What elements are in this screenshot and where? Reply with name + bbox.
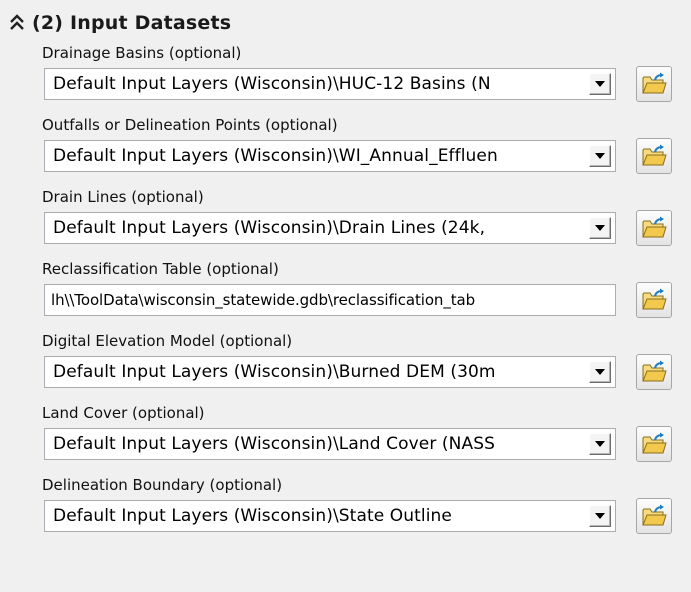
param-label: Drain Lines (optional) <box>42 188 204 206</box>
open-folder-icon <box>642 72 667 94</box>
dropdown-arrow-icon[interactable] <box>589 361 611 383</box>
combobox-value: Default Input Layers (Wisconsin)\Drain L… <box>53 218 486 238</box>
param-label: Land Cover (optional) <box>42 404 205 422</box>
delineation-boundary-combobox[interactable]: Default Input Layers (Wisconsin)\State O… <box>44 500 616 532</box>
browse-button[interactable] <box>636 426 672 462</box>
browse-button[interactable] <box>636 66 672 102</box>
param-delineation-boundary: Delineation Boundary (optional) Default … <box>42 474 682 534</box>
tool-parameters-panel: (2) Input Datasets Drainage Basins (opti… <box>0 0 691 592</box>
combobox-value: Default Input Layers (Wisconsin)\HUC-12 … <box>53 74 491 94</box>
param-outfalls: Outfalls or Delineation Points (optional… <box>42 114 682 174</box>
reclassification-table-input[interactable]: lh\\ToolData\wisconsin_statewide.gdb\rec… <box>44 284 616 316</box>
open-folder-icon <box>642 504 667 526</box>
combobox-value: Default Input Layers (Wisconsin)\WI_Annu… <box>53 146 498 166</box>
dropdown-arrow-icon[interactable] <box>589 505 611 527</box>
drainage-basins-combobox[interactable]: Default Input Layers (Wisconsin)\HUC-12 … <box>44 68 616 100</box>
combobox-value: Default Input Layers (Wisconsin)\Land Co… <box>53 434 495 454</box>
dropdown-arrow-icon[interactable] <box>589 217 611 239</box>
section-header[interactable]: (2) Input Datasets <box>6 8 231 38</box>
open-folder-icon <box>642 360 667 382</box>
double-chevron-up-icon[interactable] <box>6 12 28 34</box>
param-reclassification-table: Reclassification Table (optional) lh\\To… <box>42 258 682 318</box>
open-folder-icon <box>642 144 667 166</box>
dem-combobox[interactable]: Default Input Layers (Wisconsin)\Burned … <box>44 356 616 388</box>
combobox-value: Default Input Layers (Wisconsin)\State O… <box>53 506 452 526</box>
browse-button[interactable] <box>636 354 672 390</box>
param-digital-elevation-model: Digital Elevation Model (optional) Defau… <box>42 330 682 390</box>
browse-button[interactable] <box>636 138 672 174</box>
browse-button[interactable] <box>636 498 672 534</box>
param-drainage-basins: Drainage Basins (optional) Default Input… <box>42 42 682 102</box>
open-folder-icon <box>642 216 667 238</box>
param-label: Reclassification Table (optional) <box>42 260 279 278</box>
param-land-cover: Land Cover (optional) Default Input Laye… <box>42 402 682 462</box>
param-label: Outfalls or Delineation Points (optional… <box>42 116 338 134</box>
dropdown-arrow-icon[interactable] <box>589 145 611 167</box>
outfalls-combobox[interactable]: Default Input Layers (Wisconsin)\WI_Annu… <box>44 140 616 172</box>
input-value: lh\\ToolData\wisconsin_statewide.gdb\rec… <box>51 291 476 309</box>
dropdown-arrow-icon[interactable] <box>589 73 611 95</box>
open-folder-icon <box>642 432 667 454</box>
browse-button[interactable] <box>636 282 672 318</box>
open-folder-icon <box>642 288 667 310</box>
browse-button[interactable] <box>636 210 672 246</box>
param-drain-lines: Drain Lines (optional) Default Input Lay… <box>42 186 682 246</box>
combobox-value: Default Input Layers (Wisconsin)\Burned … <box>53 362 496 382</box>
param-label: Digital Elevation Model (optional) <box>42 332 293 350</box>
param-label: Drainage Basins (optional) <box>42 44 242 62</box>
section-title: (2) Input Datasets <box>32 12 232 34</box>
dropdown-arrow-icon[interactable] <box>589 433 611 455</box>
param-label: Delineation Boundary (optional) <box>42 476 283 494</box>
land-cover-combobox[interactable]: Default Input Layers (Wisconsin)\Land Co… <box>44 428 616 460</box>
drain-lines-combobox[interactable]: Default Input Layers (Wisconsin)\Drain L… <box>44 212 616 244</box>
